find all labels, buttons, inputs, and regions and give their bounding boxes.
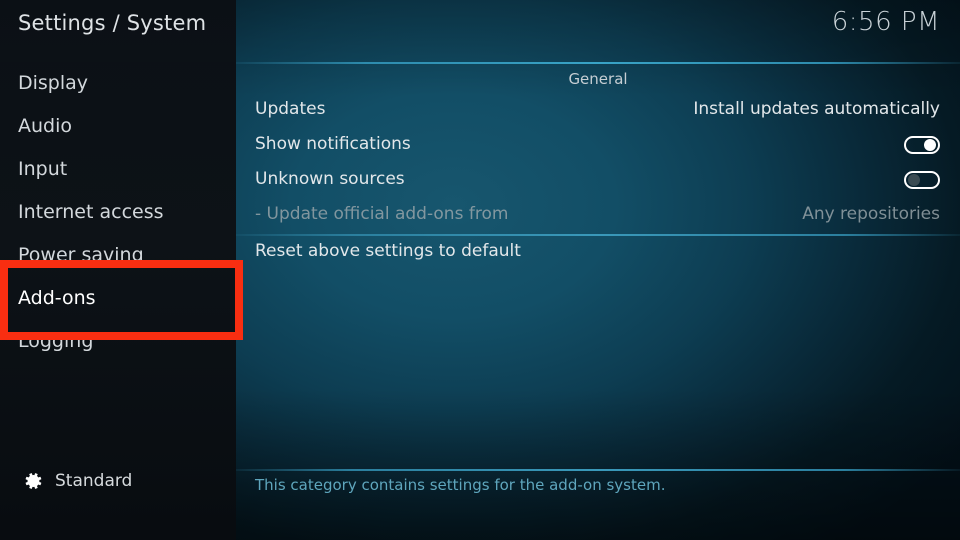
gear-icon [22, 470, 44, 492]
settings-level-selector[interactable]: Standard [22, 470, 132, 492]
content-top-divider [236, 62, 960, 64]
setting-label: Updates [255, 99, 326, 119]
setting-label: - Update official add-ons from [255, 204, 509, 224]
unknown-sources-toggle[interactable] [904, 171, 940, 189]
toggle-knob [908, 174, 920, 186]
sidebar-item-logging[interactable]: Logging [0, 320, 236, 363]
sidebar-category-list: Display Audio Input Internet access Powe… [0, 62, 236, 363]
show-notifications-toggle[interactable] [904, 136, 940, 154]
sidebar-item-label: Input [18, 158, 68, 180]
setting-label: Show notifications [255, 134, 411, 154]
sidebar-item-label: Internet access [18, 201, 164, 223]
setting-label: Reset above settings to default [255, 241, 521, 261]
toggle-knob [924, 139, 936, 151]
setting-row-updates[interactable]: Updates Install updates automatically [236, 92, 960, 127]
window-header: Settings / System 6:56 PM [0, 0, 960, 62]
sidebar-item-label: Power saving [18, 244, 144, 266]
setting-row-unknown-sources[interactable]: Unknown sources [236, 162, 960, 197]
sidebar-item-label: Audio [18, 115, 73, 137]
sidebar-item-internet-access[interactable]: Internet access [0, 191, 236, 234]
page-title: Settings / System [18, 11, 207, 35]
settings-content-panel: General Updates Install updates automati… [236, 62, 960, 540]
sidebar-item-label: Display [18, 72, 89, 94]
sidebar-item-label: Logging [18, 330, 94, 352]
setting-row-update-official-add-ons-from: - Update official add-ons from Any repos… [236, 197, 960, 232]
sidebar-item-power-saving[interactable]: Power saving [0, 234, 236, 277]
settings-group-header: General [568, 70, 628, 88]
kodi-settings-screen: Settings / System 6:56 PM Display Audio … [0, 0, 960, 540]
category-description: This category contains settings for the … [255, 476, 666, 494]
sidebar-item-audio[interactable]: Audio [0, 105, 236, 148]
content-footer-divider [236, 469, 960, 471]
sidebar-item-label: Add-ons [18, 287, 96, 309]
settings-row-list: Updates Install updates automatically Sh… [236, 92, 960, 267]
clock: 6:56 PM [831, 7, 940, 37]
sidebar-item-add-ons[interactable]: Add-ons [0, 277, 236, 320]
settings-level-label: Standard [55, 471, 133, 491]
sidebar-item-input[interactable]: Input [0, 148, 236, 191]
sidebar-item-display[interactable]: Display [0, 62, 236, 105]
setting-label: Unknown sources [255, 169, 405, 189]
setting-value: Install updates automatically [693, 99, 940, 119]
setting-value: Any repositories [802, 204, 940, 224]
setting-row-show-notifications[interactable]: Show notifications [236, 127, 960, 162]
setting-row-reset-above-settings[interactable]: Reset above settings to default [236, 234, 960, 269]
